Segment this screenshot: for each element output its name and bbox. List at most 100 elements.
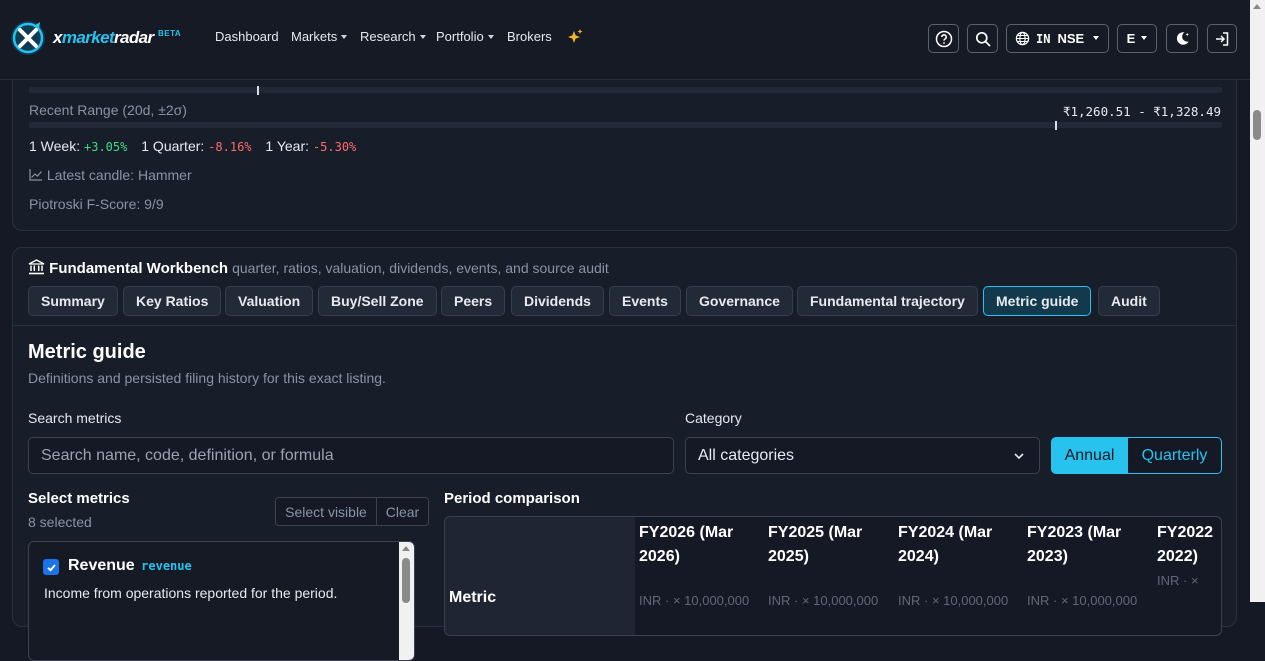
workbench-header: Fundamental Workbench quarter, ratios, va… <box>28 259 609 277</box>
latest-candle-text: Latest candle: Hammer <box>46 167 192 183</box>
latest-candle: Latest candle: Hammer <box>29 167 192 183</box>
clear-button[interactable]: Clear <box>376 497 429 526</box>
help-button[interactable] <box>928 24 959 53</box>
nav-brokers[interactable]: Brokers <box>507 29 552 44</box>
return-1y-label: 1 Year: <box>265 138 310 154</box>
page-scrollbar[interactable] <box>1250 0 1265 602</box>
list-scroll-thumb[interactable] <box>402 558 410 603</box>
login-button[interactable] <box>1207 24 1237 53</box>
category-label: Category <box>685 410 742 426</box>
metric-list[interactable]: Revenue revenue Income from operations r… <box>28 541 415 661</box>
nav-research[interactable]: Research <box>360 29 426 44</box>
page-scroll-thumb[interactable] <box>1253 110 1261 140</box>
tab-label: Dividends <box>524 293 591 309</box>
range-marker <box>257 86 259 95</box>
annual-toggle[interactable]: Annual <box>1051 437 1128 474</box>
metric-checkbox[interactable] <box>43 559 59 575</box>
metric-search-input[interactable] <box>28 437 674 474</box>
period-line1: FY2026 (Mar <box>639 524 734 541</box>
range-marker <box>1055 121 1057 130</box>
tab-label: Audit <box>1111 293 1147 309</box>
logo-icon[interactable] <box>10 20 46 56</box>
tab-buy-sell-zone[interactable]: Buy/Sell Zone <box>318 286 437 316</box>
navbar: xmarketradar BETA Dashboard Markets Rese… <box>0 0 1250 80</box>
fundamental-workbench: Fundamental Workbench quarter, ratios, va… <box>12 247 1237 661</box>
return-1q-label: 1 Quarter: <box>141 138 205 154</box>
return-1y-value: -5.30% <box>312 140 357 154</box>
tab-label: Peers <box>454 293 493 309</box>
period-line2: 2026) <box>639 548 680 565</box>
selected-count: 8 selected <box>28 514 92 530</box>
tab-fundamental-trajectory[interactable]: Fundamental trajectory <box>797 286 978 316</box>
chart-line-icon <box>29 169 42 181</box>
help-icon <box>935 30 952 47</box>
quarterly-toggle[interactable]: Quarterly <box>1127 437 1222 474</box>
period-comparison-table: Metric FY2026 (Mar 2026) INR · × 10,000,0… <box>444 516 1222 636</box>
nav-portfolio-label: Portfolio <box>436 29 484 44</box>
recent-range-label: Recent Range (20d, ±2σ) <box>29 102 187 118</box>
search-button[interactable] <box>967 24 998 53</box>
brand-prefix: x <box>53 28 62 47</box>
recent-range-value: ₹1,260.51 - ₹1,328.49 <box>1062 104 1221 119</box>
period-line2: 2025) <box>768 548 809 565</box>
tab-peers[interactable]: Peers <box>441 286 506 316</box>
moon-icon <box>1176 32 1189 45</box>
scroll-up-icon[interactable] <box>1253 4 1261 9</box>
metric-column-header: Metric <box>449 589 497 606</box>
return-1q-value: -8.16% <box>208 140 252 154</box>
return-1w-label: 1 Week: <box>29 138 81 154</box>
tab-metric-guide[interactable]: Metric guide <box>983 286 1092 316</box>
nav-research-label: Research <box>360 29 416 44</box>
workbench-title: Fundamental Workbench <box>49 260 229 277</box>
period-unit: INR · × <box>1157 573 1199 588</box>
section-divider <box>13 325 1236 326</box>
tab-key-ratios[interactable]: Key Ratios <box>123 286 222 316</box>
language-selector[interactable]: E <box>1117 24 1157 53</box>
country-code: IN <box>1036 31 1051 46</box>
section-title: Metric guide <box>28 341 146 363</box>
select-visible-button[interactable]: Select visible <box>275 497 377 526</box>
annual-label: Annual <box>1064 446 1115 464</box>
returns-row: 1 Week: +3.05% 1 Quarter: -8.16% 1 Year:… <box>29 138 356 154</box>
tab-dividends[interactable]: Dividends <box>511 286 604 316</box>
tab-audit[interactable]: Audit <box>1098 286 1160 316</box>
period-column: FY2023 (Mar 2023) INR · × 10,000,000 <box>1027 517 1152 635</box>
nav-markets[interactable]: Markets <box>291 29 348 44</box>
period-line1: FY2024 (Mar <box>898 524 993 541</box>
category-select[interactable]: All categories <box>685 437 1040 474</box>
nav-dashboard[interactable]: Dashboard <box>215 29 279 44</box>
quarterly-label: Quarterly <box>1141 446 1208 464</box>
period-unit: INR · × 10,000,000 <box>898 593 1009 608</box>
select-metrics-title: Select metrics <box>28 490 130 507</box>
period-column: FY2026 (Mar 2026) INR · × 10,000,000 <box>639 517 764 635</box>
tab-governance[interactable]: Governance <box>686 286 793 316</box>
nav-portfolio[interactable]: Portfolio <box>436 29 494 44</box>
globe-icon <box>1015 31 1030 46</box>
brand-accent: market <box>61 28 115 47</box>
period-line2: 2024) <box>898 548 939 565</box>
chevron-down-icon <box>1014 453 1024 460</box>
select-visible-label: Select visible <box>285 503 367 520</box>
tab-label: Fundamental trajectory <box>810 293 965 309</box>
metric-name-row: Revenue revenue <box>68 557 192 575</box>
clear-label: Clear <box>385 503 420 520</box>
search-label: Search metrics <box>28 410 122 426</box>
sparkle-icon[interactable] <box>566 28 584 46</box>
return-1w-value: +3.05% <box>84 140 128 154</box>
scroll-up-icon[interactable] <box>402 546 410 551</box>
period-line1: FY2025 (Mar <box>768 524 863 541</box>
period-column: FY2022 2022) INR · × <box>1157 517 1221 635</box>
tab-valuation[interactable]: Valuation <box>225 286 314 316</box>
brand-suffix: radar <box>114 28 154 47</box>
chevron-down-icon <box>419 34 426 39</box>
brand-name[interactable]: xmarketradar <box>53 28 154 48</box>
tab-events[interactable]: Events <box>609 286 681 316</box>
long-range-bar <box>29 86 1222 95</box>
nav-dashboard-label: Dashboard <box>215 29 279 44</box>
chevron-down-icon <box>341 34 348 39</box>
period-line1: FY2022 <box>1157 524 1214 541</box>
tab-summary[interactable]: Summary <box>28 286 118 316</box>
market-selector[interactable]: IN NSE <box>1006 24 1109 53</box>
theme-toggle-button[interactable] <box>1166 24 1198 53</box>
metric-name: Revenue <box>68 557 135 574</box>
